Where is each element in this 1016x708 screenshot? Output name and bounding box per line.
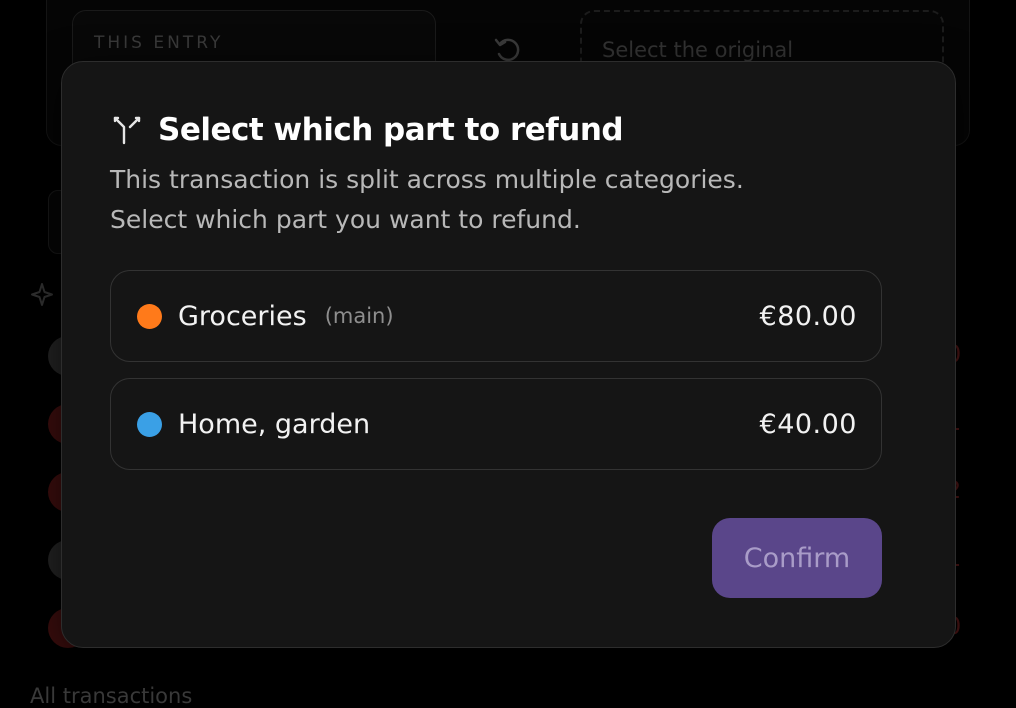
this-entry-label: THIS ENTRY [94,33,224,53]
dialog-description-line: Select which part you want to refund. [110,205,581,234]
sparkle-icon [31,283,53,306]
option-home-garden[interactable]: Home, garden €40.00 [110,378,882,470]
option-groceries[interactable]: Groceries (main) €80.00 [110,270,882,362]
option-name: Groceries [178,300,307,332]
app-screen: THIS ENTRY Select the original 0 1 2 1 0… [0,0,1016,708]
dialog-header: Select which part to refund [110,108,624,152]
option-amount: €80.00 [759,300,857,332]
split-icon [113,116,141,145]
dialog-title: Select which part to refund [158,112,624,148]
dialog-description: This transaction is split across multipl… [110,160,850,240]
category-color-dot [137,303,162,329]
all-transactions-label: All transactions [30,684,193,708]
dialog-description-line: This transaction is split across multipl… [110,165,744,194]
confirm-button[interactable]: Confirm [712,518,882,598]
category-color-dot [137,411,162,437]
option-name: Home, garden [178,408,371,440]
refund-part-dialog: Select which part to refund This transac… [61,61,956,648]
option-amount: €40.00 [759,408,857,440]
main-tag: (main) [324,304,394,328]
select-original-placeholder: Select the original [602,38,794,62]
